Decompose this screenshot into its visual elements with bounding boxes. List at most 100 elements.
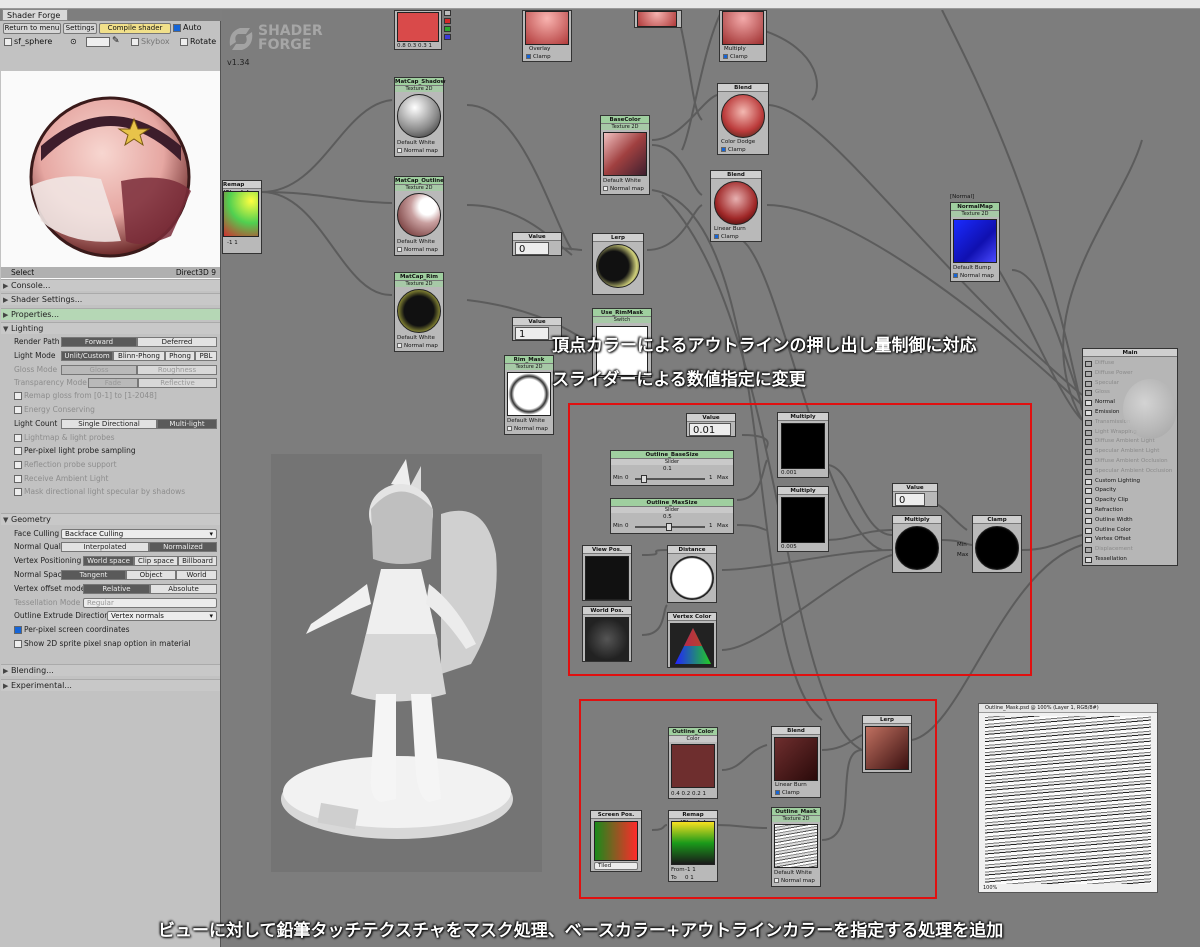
port-g[interactable]	[444, 26, 451, 32]
port-rgb[interactable]	[444, 10, 451, 16]
editor-tab[interactable]: Shader Forge	[2, 9, 68, 21]
normal-space-tangent[interactable]: Tangent	[61, 570, 126, 580]
main-input-row[interactable]: Opacity Clip	[1083, 496, 1177, 506]
node-graph-canvas[interactable]: SHADER FORGE v1.34 0.8 0.3 0.3 1 Overlay…	[222, 10, 1200, 947]
remap-gloss-option[interactable]: Remap gloss from [0-1] to [1-2048]	[14, 390, 157, 401]
input-port[interactable]	[1085, 449, 1092, 456]
matcap-rim-node[interactable]: MatCap_Rim Texture 2D Default White Norm…	[394, 272, 444, 352]
input-port[interactable]	[1085, 458, 1092, 465]
normal-space-object[interactable]: Object	[126, 570, 176, 580]
input-port[interactable]	[1085, 468, 1092, 475]
mesh-selector[interactable]: sf_sphere	[4, 37, 52, 46]
main-output-node[interactable]: Main Diffuse Diffuse Power Specular Gloss No…	[1082, 348, 1178, 566]
default-field[interactable]: Default Bump	[953, 265, 991, 271]
sprite-snap-checkbox[interactable]	[14, 640, 22, 648]
light-count-single[interactable]: Single Directional	[61, 419, 157, 429]
clamp-toggle[interactable]: Clamp	[721, 147, 746, 153]
rotate-toggle[interactable]: Rotate	[180, 37, 216, 46]
reflection-probe-checkbox[interactable]	[14, 461, 22, 469]
basecolor-node[interactable]: BaseColor Texture 2D Default White Norma…	[600, 115, 650, 195]
input-port[interactable]	[1085, 370, 1092, 377]
section-properties[interactable]: ▶ Properties...	[1, 308, 220, 320]
face-culling-dropdown[interactable]: Backface Culling ▾	[61, 529, 217, 539]
lerp-node-top[interactable]: Lerp	[592, 233, 644, 295]
port-r[interactable]	[444, 18, 451, 24]
input-port[interactable]	[1085, 429, 1092, 436]
default-field[interactable]: Default White	[397, 335, 435, 341]
receive-ambient-checkbox[interactable]	[14, 475, 22, 483]
matcap-shadow-node[interactable]: MatCap_Shadow Texture 2D Default White N…	[394, 77, 446, 157]
main-input-row[interactable]: Diffuse Ambient Light	[1083, 437, 1177, 447]
normal-map-toggle[interactable]: Normal map	[397, 343, 438, 349]
rotate-checkbox[interactable]	[180, 37, 188, 46]
mask-directional-checkbox[interactable]	[14, 488, 22, 496]
normal-quality-normalized[interactable]: Normalized	[149, 542, 217, 552]
render-path-deferred[interactable]: Deferred	[137, 337, 217, 347]
light-mode-phong[interactable]: Phong	[165, 351, 195, 361]
color-node-top[interactable]: 0.8 0.3 0.3 1	[394, 10, 442, 50]
value-field[interactable]: 0	[515, 242, 549, 255]
main-input-row[interactable]: Specular Ambient Occlusion	[1083, 467, 1177, 477]
select-label[interactable]: Select	[11, 267, 34, 278]
main-input-row[interactable]: Refraction	[1083, 506, 1177, 516]
main-input-row[interactable]: Diffuse	[1083, 359, 1177, 369]
section-experimental[interactable]: ▶ Experimental...	[1, 679, 220, 691]
energy-conserving-checkbox[interactable]	[14, 406, 22, 414]
main-input-row[interactable]: Vertex Offset	[1083, 535, 1177, 545]
vertex-positioning-clip[interactable]: Clip space	[134, 556, 178, 566]
lightmap-probes-option[interactable]: Lightmap & light probes	[14, 432, 115, 443]
per-pixel-screen-option[interactable]: Per-pixel screen coordinates	[14, 624, 130, 635]
reflection-probe-option[interactable]: Reflection probe support	[14, 459, 117, 470]
material-preview[interactable]	[1, 71, 220, 283]
sprite-snap-option[interactable]: Show 2D sprite pixel snap option in mate…	[14, 638, 191, 649]
energy-conserving-option[interactable]: Energy Conserving	[14, 404, 95, 415]
matcap-outline-node[interactable]: MatCap_Outline Texture 2D Default White …	[394, 176, 444, 256]
outline-extrude-dropdown[interactable]: Vertex normals ▾	[107, 611, 217, 621]
return-to-menu-button[interactable]: Return to menu	[3, 23, 61, 34]
receive-ambient-option[interactable]: Receive Ambient Light	[14, 473, 108, 484]
value-field[interactable]: 1	[515, 327, 549, 340]
input-port[interactable]	[1085, 517, 1092, 524]
default-field[interactable]: Default White	[507, 418, 545, 424]
render-path-forward[interactable]: Forward	[61, 337, 137, 347]
section-blending[interactable]: ▶ Blending...	[1, 664, 220, 676]
blend-color-dodge-node[interactable]: Blend Color Dodge Clamp	[717, 83, 769, 155]
default-field[interactable]: Default White	[603, 178, 641, 184]
per-pixel-probe-option[interactable]: Per-pixel light probe sampling	[14, 445, 136, 456]
target-icon[interactable]: ⊙	[70, 37, 77, 46]
light-mode-blinn-phong[interactable]: Blinn-Phong	[113, 351, 165, 361]
blend-mode[interactable]: Color Dodge	[721, 139, 755, 145]
section-console[interactable]: ▶ Console...	[1, 279, 220, 291]
main-input-row[interactable]: Specular Ambient Light	[1083, 447, 1177, 457]
normalmap-node[interactable]: NormalMap Texture 2D Default Bump Normal…	[950, 202, 1000, 282]
main-input-row[interactable]: Displacement	[1083, 545, 1177, 555]
compile-shader-button[interactable]: Compile shader	[99, 23, 171, 34]
blend-linear-burn-node[interactable]: Blend Linear Burn Clamp	[710, 170, 762, 242]
vertex-offset-absolute[interactable]: Absolute	[150, 584, 217, 594]
main-input-row[interactable]: Diffuse Power	[1083, 369, 1177, 379]
normal-map-toggle[interactable]: Normal map	[397, 247, 438, 253]
normal-map-toggle[interactable]: Normal map	[953, 273, 994, 279]
input-port[interactable]	[1085, 537, 1092, 544]
preview-color-field[interactable]	[86, 37, 110, 47]
gloss-mode-roughness[interactable]: Roughness	[137, 365, 217, 375]
input-port[interactable]	[1085, 507, 1092, 514]
input-port[interactable]	[1085, 439, 1092, 446]
auto-toggle[interactable]: Auto	[173, 23, 202, 32]
clamp-toggle[interactable]: Clamp	[714, 234, 739, 240]
main-input-row[interactable]: Opacity	[1083, 486, 1177, 496]
main-input-row[interactable]: Custom Lighting	[1083, 477, 1177, 487]
clamp-toggle[interactable]: Clamp	[723, 54, 748, 60]
light-mode-pbl[interactable]: PBL	[195, 351, 217, 361]
vertex-positioning-billboard[interactable]: Billboard	[178, 556, 217, 566]
settings-button[interactable]: Settings	[63, 23, 97, 34]
auto-checkbox[interactable]	[173, 23, 181, 32]
input-port[interactable]	[1085, 556, 1092, 563]
tessellation-mode-dropdown[interactable]: Regular	[83, 598, 217, 608]
default-field[interactable]: Default White	[397, 140, 435, 146]
skybox-checkbox[interactable]	[131, 37, 139, 46]
remap-simple-node[interactable]: Remap (Simple) -1 1	[222, 180, 262, 254]
blend-mode[interactable]: Linear Burn	[714, 226, 746, 232]
gloss-mode-gloss[interactable]: Gloss	[61, 365, 137, 375]
image-viewer-window[interactable]: Outline_Mask.psd @ 100% (Layer 1, RGB/8#…	[978, 703, 1158, 893]
